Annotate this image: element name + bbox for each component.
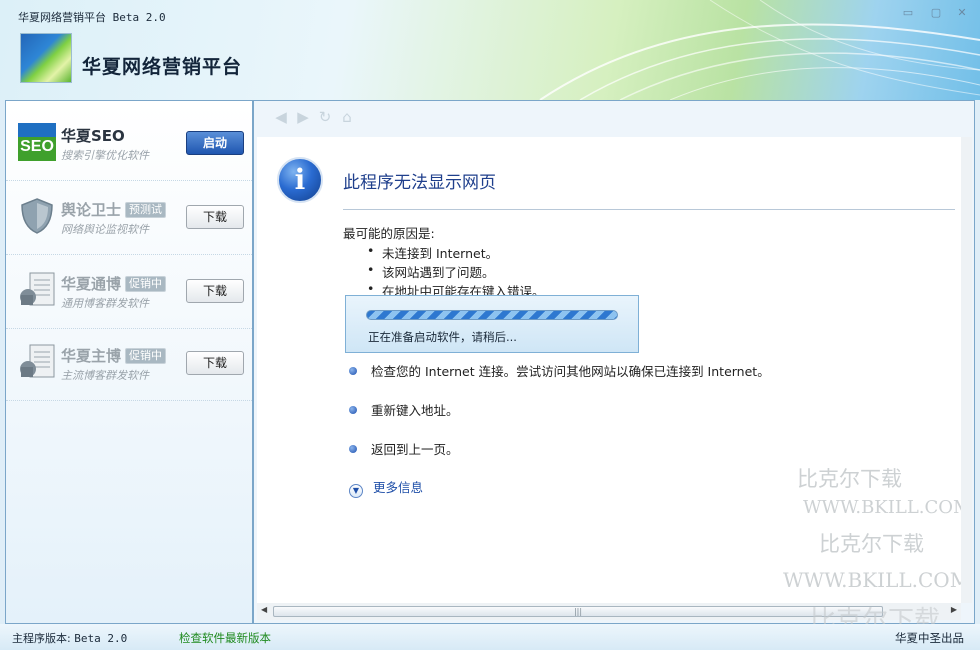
- status-bar: 主程序版本: Beta 2.0 检查软件最新版本 华夏中圣出品: [0, 624, 980, 650]
- product-description: 通用博客群发软件: [61, 297, 149, 310]
- bullet-icon: [349, 445, 357, 453]
- bullet-icon: [349, 367, 357, 375]
- minimize-button[interactable]: ▭: [900, 6, 916, 20]
- browser-nav: ◀ ▶ ↻ ⌂: [272, 108, 360, 126]
- list-item: 未连接到 Internet。: [367, 243, 545, 262]
- product-description: 主流博客群发软件: [61, 369, 149, 382]
- product-description: 网络舆论监视软件: [61, 223, 149, 236]
- watermark-text: WWW.BKILL.COM: [783, 568, 961, 592]
- product-sidebar: SEO 华夏SEO 搜索引擎优化软件 启动 舆论卫士 预测试 网络舆论监视软件 下…: [5, 100, 253, 624]
- action-item: 重新键入地址。: [349, 400, 459, 419]
- maximize-button[interactable]: ▢: [928, 6, 944, 20]
- home-icon[interactable]: ⌂: [338, 108, 356, 126]
- version-label: 主程序版本: Beta 2.0: [12, 632, 128, 645]
- status-badge: 预测试: [125, 202, 167, 218]
- action-item: 返回到上一页。: [349, 439, 459, 458]
- check-update-link[interactable]: 检查软件最新版本: [179, 630, 271, 646]
- download-button[interactable]: 下载: [186, 279, 244, 303]
- seo-logo-icon: SEO: [18, 123, 56, 161]
- forward-arrow-icon[interactable]: ▶: [294, 108, 312, 126]
- sidebar-item-tongbo: 华夏通博 促销中 通用博客群发软件 下载: [6, 255, 252, 329]
- bullet-icon: [349, 406, 357, 414]
- product-description: 搜索引擎优化软件: [61, 149, 149, 162]
- error-page: i 此程序无法显示网页 最可能的原因是: 未连接到 Internet。 该网站遇…: [257, 137, 961, 603]
- product-name: 华夏主博 促销中: [61, 345, 167, 366]
- credit-text: 华夏中圣出品: [895, 631, 964, 645]
- maximize-icon: ▢: [930, 6, 942, 19]
- blog-tool-icon: [20, 272, 55, 306]
- version-value: Beta 2.0: [74, 632, 128, 645]
- sidebar-item-zhubo: 华夏主博 促销中 主流博客群发软件 下载: [6, 327, 252, 401]
- minimize-icon: ▭: [902, 6, 914, 19]
- progress-bar: [366, 310, 618, 320]
- app-title: 华夏网络营销平台: [82, 56, 243, 78]
- download-button[interactable]: 下载: [186, 351, 244, 375]
- product-name: 华夏SEO: [61, 127, 125, 145]
- watermark-text: 比克尔下载: [819, 532, 924, 556]
- product-name: 舆论卫士 预测试: [61, 199, 167, 220]
- launch-button[interactable]: 启动: [186, 131, 244, 155]
- close-button[interactable]: ✕: [954, 6, 970, 20]
- scroll-right-icon[interactable]: ▶: [951, 605, 957, 614]
- reason-list: 未连接到 Internet。 该网站遇到了问题。 在地址中可能存在键入错误。: [367, 243, 545, 300]
- sidebar-item-seo: SEO 华夏SEO 搜索引擎优化软件 启动: [6, 107, 252, 181]
- app-logo-icon: [20, 33, 72, 83]
- product-name: 华夏通博 促销中: [61, 273, 167, 294]
- shield-icon: [21, 198, 53, 234]
- loading-text: 正在准备启动软件，请稍后...: [368, 330, 517, 344]
- action-item: 检查您的 Internet 连接。尝试访问其他网站以确保已连接到 Interne…: [349, 361, 770, 380]
- loading-popup: 正在准备启动软件，请稍后...: [345, 295, 639, 353]
- watermark-text: WWW.BKILL.COM: [803, 497, 961, 518]
- vertical-scrollbar[interactable]: [961, 137, 972, 603]
- error-title: 此程序无法显示网页: [343, 173, 496, 193]
- app-header: 华夏网络营销平台 Beta 2.0 ▭ ▢ ✕ 华夏网络营销平台: [0, 0, 980, 100]
- browser-panel: ◀▶↻⌂ i 此程序无法显示网页 最可能的原因是: 未连接到 Internet。…: [253, 100, 975, 624]
- download-button[interactable]: 下载: [186, 205, 244, 229]
- close-icon: ✕: [957, 6, 967, 19]
- window-title: 华夏网络营销平台 Beta 2.0: [18, 11, 166, 24]
- status-badge: 促销中: [125, 348, 167, 364]
- svg-text:SEO: SEO: [20, 138, 54, 155]
- sidebar-item-yulun: 舆论卫士 预测试 网络舆论监视软件 下载: [6, 181, 252, 255]
- scrollbar-thumb[interactable]: |||: [273, 606, 883, 617]
- scroll-left-icon[interactable]: ◀: [261, 605, 267, 614]
- list-item: 该网站遇到了问题。: [367, 262, 545, 281]
- divider: [343, 209, 955, 210]
- chevron-down-icon: ▼: [349, 484, 363, 498]
- reason-heading: 最可能的原因是:: [343, 226, 435, 241]
- more-info-link[interactable]: ▼ 更多信息: [349, 477, 423, 498]
- back-arrow-icon[interactable]: ◀: [272, 108, 290, 126]
- blog-tool-icon: [20, 344, 55, 378]
- info-icon: i: [277, 157, 323, 203]
- status-badge: 促销中: [125, 276, 167, 292]
- refresh-icon[interactable]: ↻: [316, 108, 334, 126]
- watermark-text: 比克尔下载: [797, 467, 902, 491]
